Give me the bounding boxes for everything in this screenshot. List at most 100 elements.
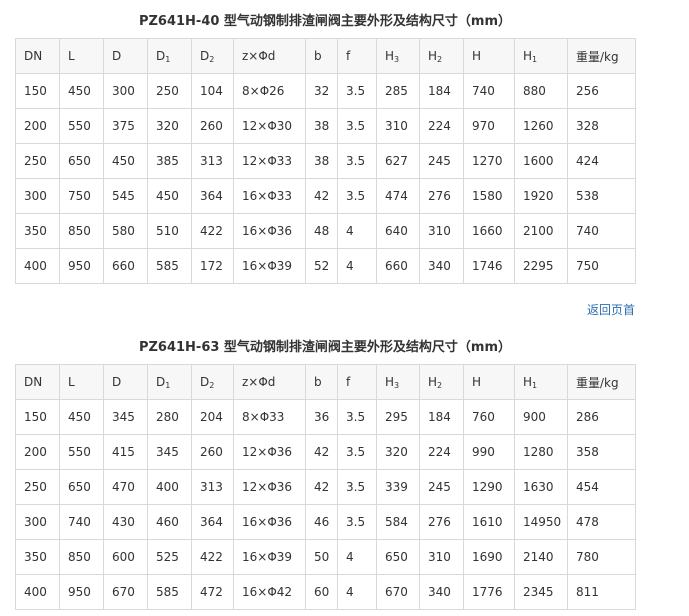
table-cell: 150 xyxy=(15,73,60,109)
column-header-label: D xyxy=(200,374,210,389)
table-cell: 320 xyxy=(147,108,192,144)
table-cell: 42 xyxy=(305,434,338,470)
table-cell: 424 xyxy=(567,143,636,179)
column-header-label: H xyxy=(523,48,533,63)
column-header: L xyxy=(59,364,104,400)
table-cell: 580 xyxy=(103,213,148,249)
table-cell: 150 xyxy=(15,399,60,435)
table-cell: 16×Φ39 xyxy=(233,248,306,284)
table-row: 150 450 300 250 104 8×Φ26 32 3.5 285 184 740 880 256 xyxy=(15,73,636,109)
table-cell: 422 xyxy=(191,539,234,575)
column-header-label: H xyxy=(523,374,533,389)
column-header: f xyxy=(337,38,377,74)
column-header-label: b xyxy=(314,49,322,63)
table-cell: 1260 xyxy=(514,108,568,144)
table-cell: 400 xyxy=(15,248,60,284)
column-header-label: D xyxy=(112,375,122,389)
table-cell: 474 xyxy=(376,178,420,214)
table-cell: 1600 xyxy=(514,143,568,179)
table-cell: 450 xyxy=(59,399,104,435)
table-cell: 454 xyxy=(567,469,636,505)
table-cell: 345 xyxy=(103,399,148,435)
table-row: 250 650 470 400 313 12×Φ36 42 3.5 339 245 1290 1630… xyxy=(15,469,636,505)
table-cell: 385 xyxy=(147,143,192,179)
table-cell: 400 xyxy=(147,469,192,505)
table-cell: 950 xyxy=(59,574,104,610)
table-cell: 260 xyxy=(191,108,234,144)
table-cell: 670 xyxy=(103,574,148,610)
back-to-top-link[interactable]: 返回页首 xyxy=(15,302,635,318)
column-header: H3 xyxy=(376,364,420,400)
column-header-label: b xyxy=(314,375,322,389)
table-cell: 460 xyxy=(147,504,192,540)
column-header-label: 重量/kg xyxy=(576,375,619,390)
table-cell: 4 xyxy=(337,574,377,610)
table-cell: 422 xyxy=(191,213,234,249)
column-header: H2 xyxy=(419,364,464,400)
table-cell: 350 xyxy=(15,213,60,249)
column-header-label: 重量/kg xyxy=(576,49,619,64)
table-cell: 538 xyxy=(567,178,636,214)
column-header-subscript: 2 xyxy=(437,54,443,64)
table-cell: 38 xyxy=(305,143,338,179)
table-cell: 1746 xyxy=(463,248,515,284)
table-cell: 2140 xyxy=(514,539,568,575)
table-title: PZ641H-63 型气动钢制排渣闸阀主要外形及结构尺寸（mm） xyxy=(138,340,512,355)
table-cell: 550 xyxy=(59,434,104,470)
table-cell: 585 xyxy=(147,574,192,610)
table-cell: 2345 xyxy=(514,574,568,610)
table-cell: 12×Φ36 xyxy=(233,434,306,470)
table-cell: 3.5 xyxy=(337,469,377,505)
table-cell: 364 xyxy=(191,178,234,214)
column-header-label: D xyxy=(156,48,166,63)
table-cell: 740 xyxy=(59,504,104,540)
table-cell: 340 xyxy=(419,574,464,610)
table-cell: 12×Φ30 xyxy=(233,108,306,144)
table-row: 300 740 430 460 364 16×Φ36 46 3.5 584 276 1610 1495… xyxy=(15,504,636,540)
column-header-label: H xyxy=(428,374,438,389)
column-header-label: f xyxy=(346,375,351,389)
table-cell: 811 xyxy=(567,574,636,610)
table-cell: 184 xyxy=(419,73,464,109)
column-header-label: z×Φd xyxy=(242,375,276,389)
table-cell: 1270 xyxy=(463,143,515,179)
table-cell: 50 xyxy=(305,539,338,575)
table-cell: 310 xyxy=(419,213,464,249)
table-cell: 16×Φ39 xyxy=(233,539,306,575)
table-cell: 990 xyxy=(463,434,515,470)
table-cell: 300 xyxy=(103,73,148,109)
table-cell: 4 xyxy=(337,539,377,575)
table-cell: 640 xyxy=(376,213,420,249)
column-header-subscript: 1 xyxy=(532,54,538,64)
table-row: 150 450 345 280 204 8×Φ33 36 3.5 295 184 760 900 286 xyxy=(15,399,636,435)
table-cell: 1776 xyxy=(463,574,515,610)
table-cell: 525 xyxy=(147,539,192,575)
column-header-subscript: 3 xyxy=(394,380,400,390)
spec-table-block-pz641h-40: PZ641H-40 型气动钢制排渣闸阀主要外形及结构尺寸（mm） DN L D D1 D… xyxy=(15,12,636,284)
table-title: PZ641H-40 型气动钢制排渣闸阀主要外形及结构尺寸（mm） xyxy=(138,14,512,29)
table-cell: 4 xyxy=(337,248,377,284)
column-header-label: H xyxy=(385,48,395,63)
table-cell: 250 xyxy=(15,469,60,505)
table-cell: 42 xyxy=(305,469,338,505)
table-cell: 1280 xyxy=(514,434,568,470)
table-cell: 740 xyxy=(567,213,636,249)
table-cell: 48 xyxy=(305,213,338,249)
column-header-subscript: 2 xyxy=(209,54,215,64)
column-header-label: f xyxy=(346,49,351,63)
column-header-label: L xyxy=(68,375,75,389)
column-header: D2 xyxy=(191,38,234,74)
table-cell: 850 xyxy=(59,213,104,249)
table-cell: 313 xyxy=(191,143,234,179)
table-cell: 285 xyxy=(376,73,420,109)
table-cell: 470 xyxy=(103,469,148,505)
column-header: H2 xyxy=(419,38,464,74)
table-cell: 950 xyxy=(59,248,104,284)
table-cell: 660 xyxy=(103,248,148,284)
table-cell: 184 xyxy=(419,399,464,435)
column-header-label: H xyxy=(472,49,482,63)
table-cell: 3.5 xyxy=(337,178,377,214)
table-cell: 970 xyxy=(463,108,515,144)
table-cell: 42 xyxy=(305,178,338,214)
column-header-label: D xyxy=(112,49,122,63)
